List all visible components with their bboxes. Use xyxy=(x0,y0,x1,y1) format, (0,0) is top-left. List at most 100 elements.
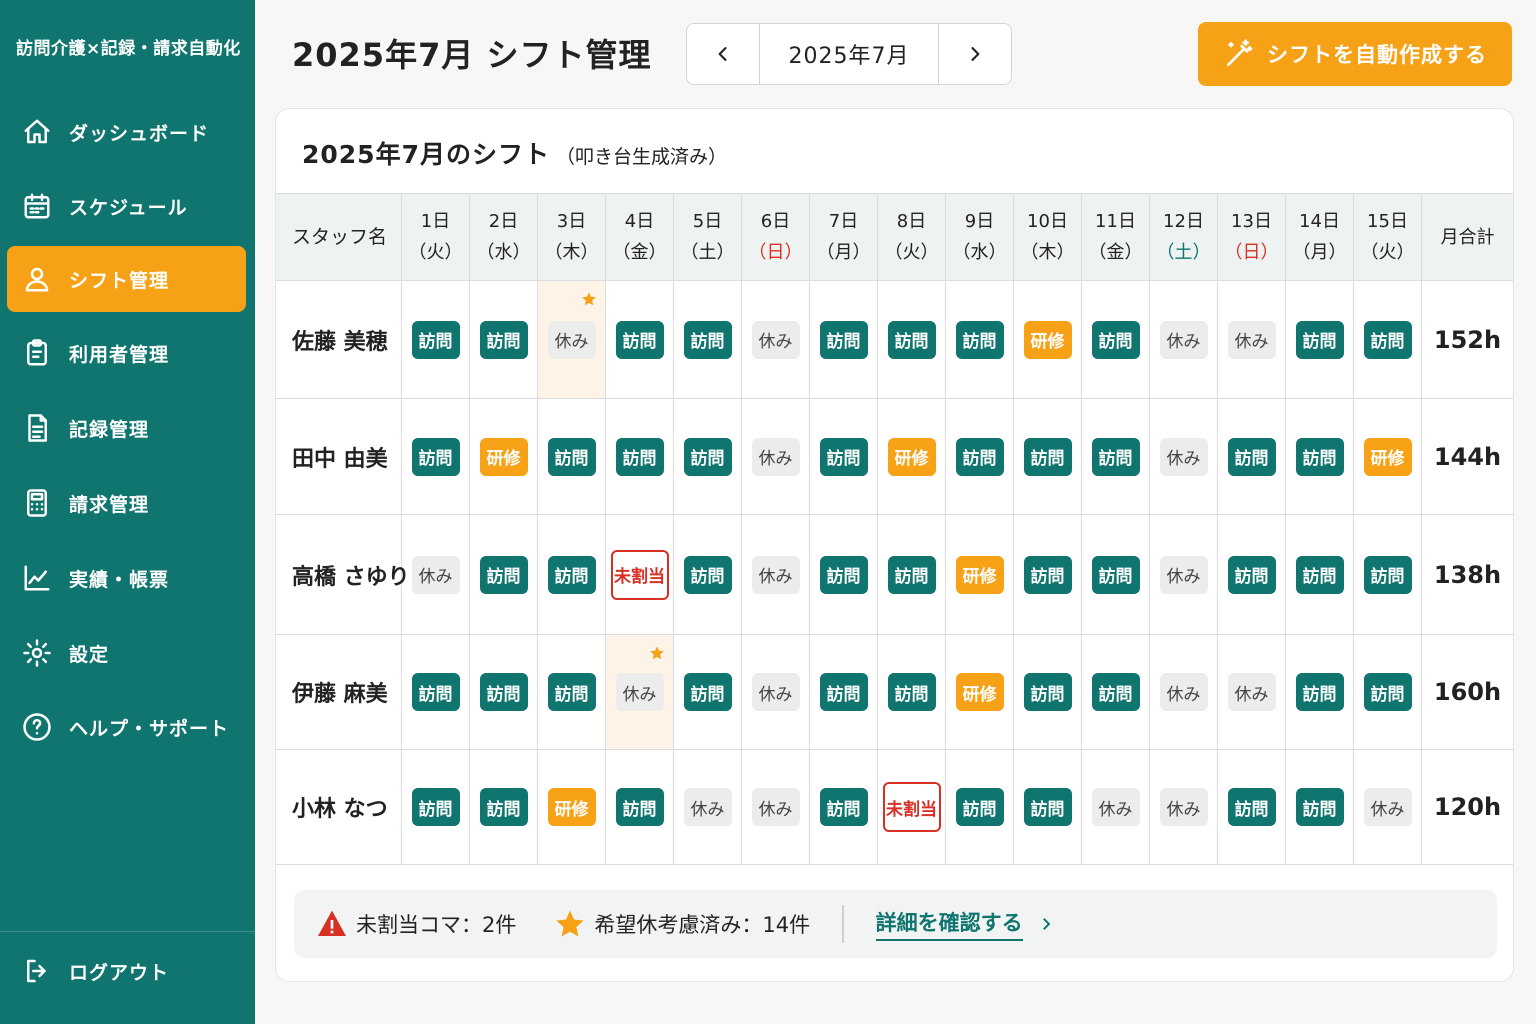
shift-cell[interactable]: 未割当 xyxy=(606,515,674,634)
shift-badge-training[interactable]: 研修 xyxy=(1363,437,1412,476)
next-month-button[interactable] xyxy=(939,24,1011,84)
shift-badge-off[interactable]: 休み xyxy=(751,437,800,476)
shift-badge-training[interactable]: 研修 xyxy=(887,437,936,476)
shift-cell[interactable]: 休み xyxy=(1218,635,1286,749)
shift-badge-visit[interactable]: 訪問 xyxy=(1295,673,1344,711)
shift-badge-visit[interactable]: 訪問 xyxy=(1295,437,1344,476)
shift-cell[interactable]: 休み xyxy=(742,515,810,634)
sidebar-item-1[interactable]: ダッシュボード xyxy=(7,99,246,165)
shift-cell[interactable]: 研修 xyxy=(946,515,1014,634)
shift-badge-training[interactable]: 研修 xyxy=(1023,320,1072,359)
shift-cell[interactable]: 訪問 xyxy=(538,399,606,514)
shift-badge-visit[interactable]: 訪問 xyxy=(1023,555,1072,594)
details-link[interactable]: 詳細を確認する xyxy=(875,907,1055,941)
sidebar-item-6[interactable]: 請求管理 xyxy=(7,470,246,536)
shift-cell[interactable]: 訪問 xyxy=(810,515,878,634)
shift-cell[interactable]: 休み xyxy=(1150,750,1218,864)
shift-badge-visit[interactable]: 訪問 xyxy=(955,788,1004,826)
shift-cell[interactable]: 訪問 xyxy=(1286,281,1354,398)
shift-cell[interactable]: 休み xyxy=(1354,750,1422,864)
shift-badge-visit[interactable]: 訪問 xyxy=(547,673,596,711)
shift-cell[interactable]: 研修 xyxy=(946,635,1014,749)
shift-cell[interactable]: 訪問 xyxy=(606,399,674,514)
shift-badge-visit[interactable]: 訪問 xyxy=(683,555,732,594)
shift-cell[interactable]: 訪問 xyxy=(1082,399,1150,514)
shift-badge-visit[interactable]: 訪問 xyxy=(1091,555,1140,594)
shift-cell[interactable]: 訪問 xyxy=(470,281,538,398)
shift-badge-visit[interactable]: 訪問 xyxy=(547,555,596,594)
shift-cell[interactable]: 訪問 xyxy=(674,635,742,749)
shift-cell[interactable]: 訪問 xyxy=(470,750,538,864)
staff-name[interactable]: 佐藤 美穂 xyxy=(276,281,402,398)
shift-cell[interactable]: 訪問 xyxy=(1286,515,1354,634)
shift-badge-off[interactable]: 休み xyxy=(1159,788,1208,826)
shift-badge-visit[interactable]: 訪問 xyxy=(683,437,732,476)
shift-cell[interactable]: 訪問 xyxy=(538,515,606,634)
shift-badge-off[interactable]: 休み xyxy=(547,320,596,359)
shift-badge-off[interactable]: 休み xyxy=(1227,320,1276,359)
shift-badge-visit[interactable]: 訪問 xyxy=(1091,320,1140,359)
shift-badge-off[interactable]: 休み xyxy=(1091,788,1140,826)
shift-badge-visit[interactable]: 訪問 xyxy=(547,437,596,476)
shift-cell[interactable]: 休み xyxy=(1150,399,1218,514)
shift-badge-visit[interactable]: 訪問 xyxy=(683,673,732,711)
shift-badge-off[interactable]: 休み xyxy=(1159,437,1208,476)
shift-badge-visit[interactable]: 訪問 xyxy=(615,437,664,476)
logout-button[interactable]: ログアウト xyxy=(7,938,246,1004)
shift-cell[interactable]: 訪問 xyxy=(538,635,606,749)
shift-badge-visit[interactable]: 訪問 xyxy=(411,788,460,826)
shift-badge-training[interactable]: 研修 xyxy=(479,437,528,476)
shift-badge-visit[interactable]: 訪問 xyxy=(1023,437,1072,476)
shift-cell[interactable]: 訪問 xyxy=(946,399,1014,514)
shift-cell[interactable]: 訪問 xyxy=(810,399,878,514)
shift-cell[interactable]: 訪問 xyxy=(1014,399,1082,514)
shift-badge-visit[interactable]: 訪問 xyxy=(1363,673,1412,711)
shift-badge-visit[interactable]: 訪問 xyxy=(1023,788,1072,826)
shift-cell[interactable]: 休み xyxy=(742,635,810,749)
shift-cell[interactable]: 休み xyxy=(1150,635,1218,749)
shift-badge-visit[interactable]: 訪問 xyxy=(955,320,1004,359)
shift-badge-unassigned[interactable]: 未割当 xyxy=(882,782,941,832)
shift-badge-visit[interactable]: 訪問 xyxy=(615,320,664,359)
auto-create-shift-button[interactable]: シフトを自動作成する xyxy=(1198,22,1512,86)
staff-name[interactable]: 伊藤 麻美 xyxy=(276,635,402,749)
shift-cell[interactable]: 訪問 xyxy=(1354,515,1422,634)
shift-badge-visit[interactable]: 訪問 xyxy=(819,673,868,711)
shift-badge-visit[interactable]: 訪問 xyxy=(479,320,528,359)
shift-cell[interactable]: 研修 xyxy=(1354,399,1422,514)
shift-cell[interactable]: 訪問 xyxy=(674,399,742,514)
shift-cell[interactable]: 訪問 xyxy=(1218,750,1286,864)
shift-cell[interactable]: 訪問 xyxy=(810,635,878,749)
shift-cell[interactable]: 休み xyxy=(1150,281,1218,398)
shift-badge-visit[interactable]: 訪問 xyxy=(411,673,460,711)
shift-cell[interactable]: 休み xyxy=(402,515,470,634)
sidebar-item-3[interactable]: シフト管理 xyxy=(7,246,246,312)
shift-badge-visit[interactable]: 訪問 xyxy=(411,437,460,476)
shift-badge-off[interactable]: 休み xyxy=(751,788,800,826)
staff-name[interactable]: 田中 由美 xyxy=(276,399,402,514)
shift-cell[interactable]: 訪問 xyxy=(810,281,878,398)
shift-badge-off[interactable]: 休み xyxy=(1159,555,1208,594)
shift-cell[interactable]: 訪問 xyxy=(1082,635,1150,749)
shift-badge-off[interactable]: 休み xyxy=(615,673,664,711)
shift-badge-off[interactable]: 休み xyxy=(1159,320,1208,359)
shift-cell[interactable]: 訪問 xyxy=(810,750,878,864)
shift-cell[interactable]: 訪問 xyxy=(402,281,470,398)
shift-badge-off[interactable]: 休み xyxy=(751,555,800,594)
shift-cell[interactable]: 訪問 xyxy=(1218,515,1286,634)
shift-badge-visit[interactable]: 訪問 xyxy=(887,320,936,359)
shift-badge-training[interactable]: 研修 xyxy=(955,673,1004,711)
shift-cell[interactable]: 訪問 xyxy=(1014,515,1082,634)
shift-cell[interactable]: 訪問 xyxy=(674,281,742,398)
sidebar-item-7[interactable]: 実績・帳票 xyxy=(7,545,246,611)
shift-badge-visit[interactable]: 訪問 xyxy=(479,788,528,826)
shift-badge-off[interactable]: 休み xyxy=(751,320,800,359)
sidebar-item-2[interactable]: スケジュール xyxy=(7,173,246,239)
shift-badge-off[interactable]: 休み xyxy=(1227,673,1276,711)
shift-badge-visit[interactable]: 訪問 xyxy=(1227,788,1276,826)
shift-cell[interactable]: 訪問 xyxy=(1354,635,1422,749)
shift-badge-visit[interactable]: 訪問 xyxy=(1023,673,1072,711)
shift-badge-visit[interactable]: 訪問 xyxy=(819,320,868,359)
shift-cell[interactable]: 休み xyxy=(674,750,742,864)
shift-cell[interactable]: 休み xyxy=(742,399,810,514)
